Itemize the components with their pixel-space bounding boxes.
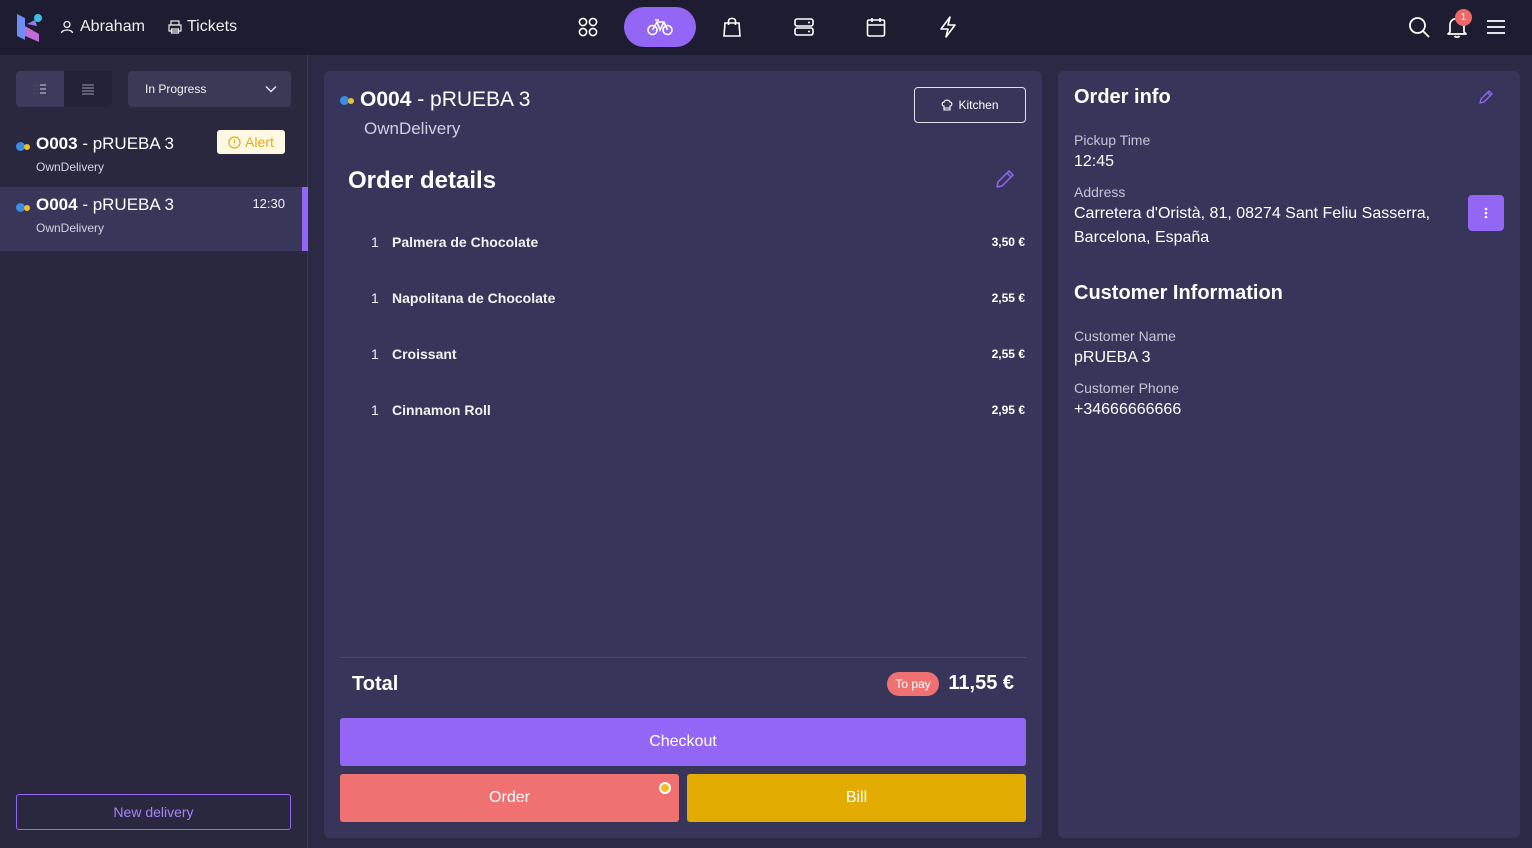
line-product-name: Croissant [392,346,457,362]
line-product-name: Cinnamon Roll [392,402,491,418]
status-dot [24,205,30,211]
tickets-link[interactable]: Tickets [168,17,237,37]
line-price: 2,55 € [991,291,1025,305]
nav-reservations[interactable] [840,7,912,47]
kebab-menu-icon [1484,207,1488,219]
customer-info-title: Customer Information [1074,282,1283,304]
view-list-button[interactable] [64,71,112,107]
search-button[interactable] [1406,14,1432,40]
nav-tables[interactable] [768,7,840,47]
app-logo[interactable] [15,12,45,42]
customer-name-label: Customer Name [1074,328,1176,344]
notification-count-badge: 1 [1455,9,1472,26]
alert-badge: Alert [217,130,285,154]
bicycle-icon [647,19,673,36]
hamburger-menu-icon [1487,20,1505,34]
customer-name-value: pRUEBA 3 [1074,349,1151,366]
list-icon [82,84,94,95]
status-filter-value: In Progress [145,82,207,96]
order-list-time: 12:30 [252,196,285,211]
customer-phone-label: Customer Phone [1074,380,1180,396]
kitchen-button[interactable]: Kitchen [914,87,1026,123]
customer-phone-value: +34666666666 [1074,401,1182,418]
chevron-down-icon [265,85,277,93]
tickets-label: Tickets [187,18,238,35]
to-pay-badge: To pay [887,672,939,696]
total-amount: 11,55 € [948,672,1014,694]
new-delivery-button[interactable]: New delivery [16,794,291,830]
shopping-bag-icon [723,17,741,37]
address-label: Address [1074,184,1126,200]
edit-order-pencil-icon[interactable] [994,168,1016,190]
search-icon [1409,17,1430,38]
calendar-icon [866,18,886,37]
order-info-panel: Order info Pickup Time 12:45 Address Car… [1058,71,1520,838]
line-quantity: 1 [371,346,379,362]
user-name: Abraham [80,18,145,35]
nav-takeaway[interactable] [696,7,768,47]
grid-icon [578,17,598,37]
order-list-title: O003 - pRUEBA 3 [36,134,174,153]
status-dot [24,144,30,150]
nav-dashboard[interactable] [552,7,624,47]
nav-delivery[interactable] [624,7,696,47]
status-filter-select[interactable]: In Progress [128,71,291,107]
line-quantity: 1 [371,290,379,306]
send-order-button[interactable]: Order [340,774,679,822]
total-divider [340,657,1026,658]
order-line-item[interactable]: 1 Cinnamon Roll 2,95 € [324,400,1042,420]
bill-button[interactable]: Bill [687,774,1026,822]
user-icon [60,20,74,34]
total-label: Total [352,673,399,695]
chef-hat-icon [942,99,953,111]
top-bar: Abraham Tickets 1 [0,0,1532,55]
address-line-2: Barcelona, España [1074,229,1210,246]
printer-icon [168,20,182,34]
order-list-item[interactable]: O003 - pRUEBA 3 OwnDelivery Alert [0,130,308,194]
view-toggle [16,71,112,107]
line-price: 2,95 € [991,403,1025,417]
order-detail-panel: O004 - pRUEBA 3 OwnDelivery Kitchen Orde… [324,71,1042,838]
user-menu[interactable]: Abraham [60,17,145,37]
pickup-time-value: 12:45 [1074,153,1115,170]
server-icon [794,18,814,36]
line-product-name: Napolitana de Chocolate [392,290,556,306]
line-product-name: Palmera de Chocolate [392,234,539,250]
pickup-time-label: Pickup Time [1074,132,1151,148]
order-line-item[interactable]: 1 Palmera de Chocolate 3,50 € [324,232,1042,252]
order-list-channel: OwnDelivery [36,221,105,235]
alert-circle-icon [228,135,241,149]
order-channel: OwnDelivery [364,119,461,138]
edit-info-pencil-icon[interactable] [1478,89,1494,105]
nav-quick-actions[interactable] [912,7,984,47]
order-title: O004 - pRUEBA 3 [360,88,531,111]
order-list-item-selected[interactable]: O004 - pRUEBA 3 OwnDelivery 12:30 [0,187,308,251]
order-line-item[interactable]: 1 Napolitana de Chocolate 2,55 € [324,288,1042,308]
status-dot [348,98,354,104]
address-options-button[interactable] [1468,195,1504,231]
line-price: 2,55 € [991,347,1025,361]
orders-sidebar: In Progress O003 - pRUEBA 3 OwnDelivery … [0,55,308,848]
address-line-1: Carretera d'Oristà, 81, 08274 Sant Feliu… [1074,205,1431,222]
view-detail-button[interactable] [16,71,64,107]
order-line-item[interactable]: 1 Croissant 2,55 € [324,344,1042,364]
pending-indicator-dot [659,782,671,794]
order-list-channel: OwnDelivery [36,160,105,174]
order-details-title: Order details [348,167,497,194]
lightning-icon [940,16,956,38]
line-price: 3,50 € [991,235,1025,249]
line-quantity: 1 [371,234,379,250]
line-quantity: 1 [371,402,379,418]
main-menu-button[interactable] [1483,14,1509,40]
checkout-button[interactable]: Checkout [340,718,1026,766]
detail-list-icon [33,84,46,94]
order-list-title: O004 - pRUEBA 3 [36,195,174,214]
order-info-title: Order info [1074,86,1171,108]
